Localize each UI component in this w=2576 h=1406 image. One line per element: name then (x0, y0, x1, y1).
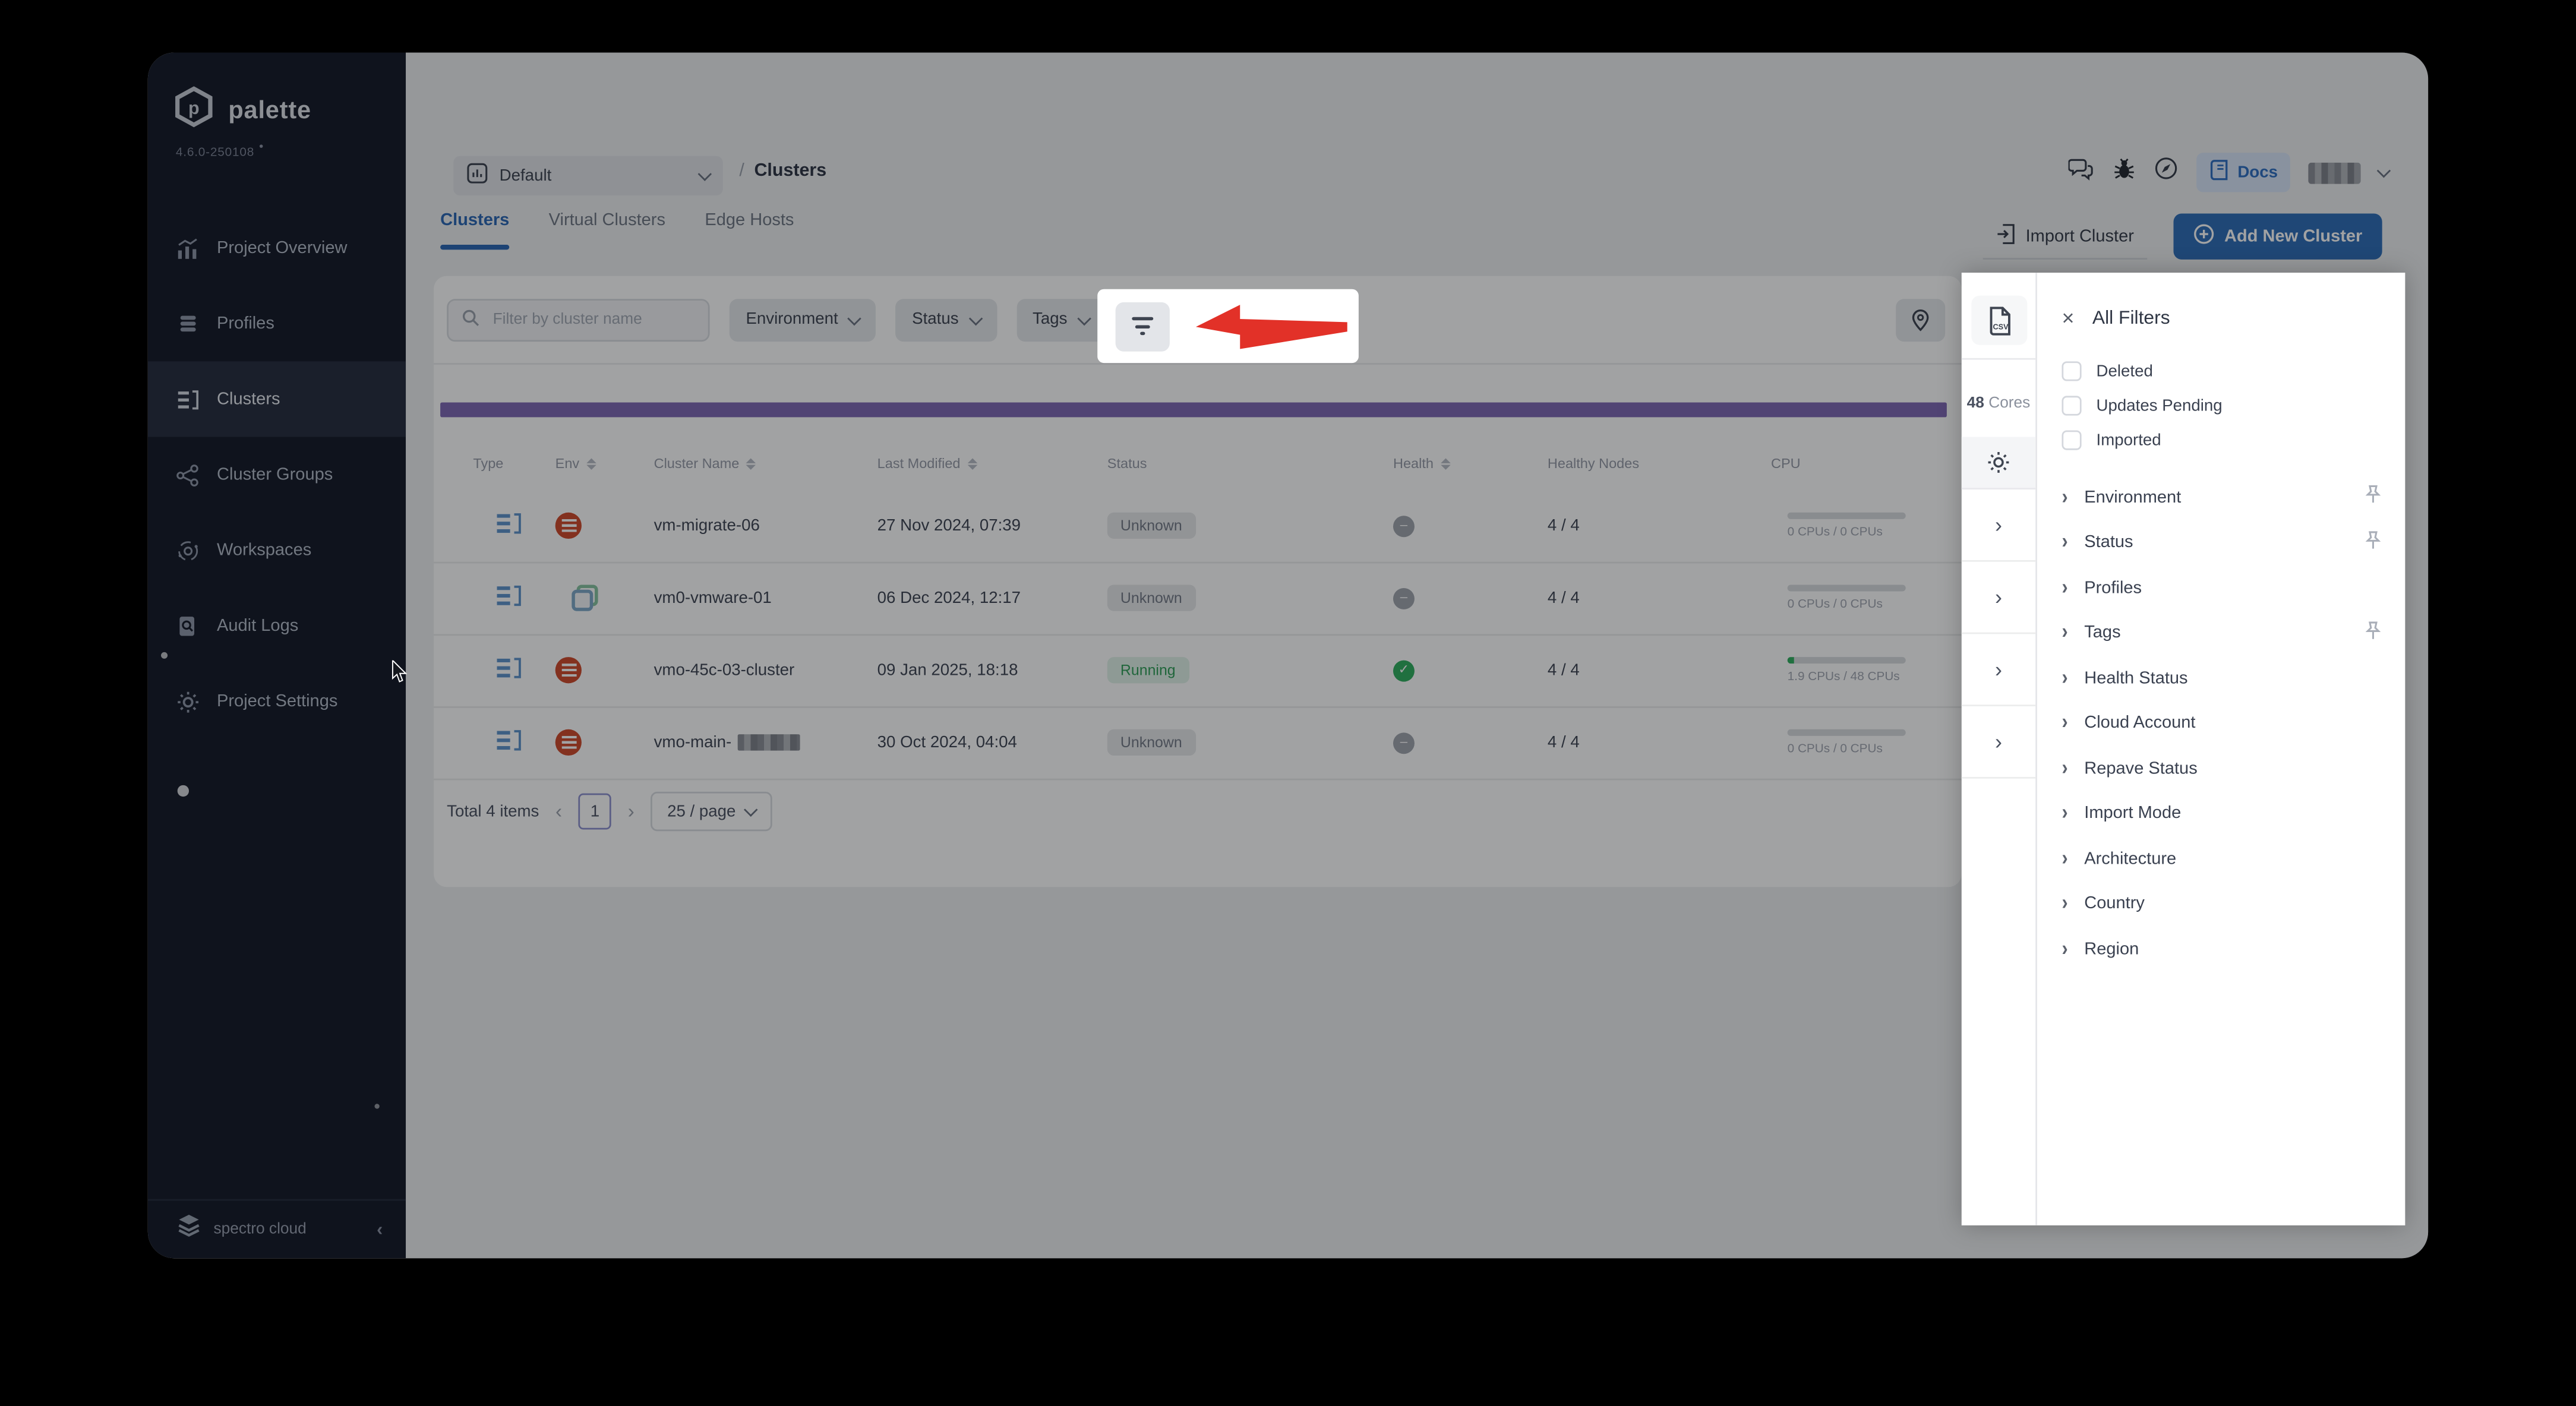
chevron-right-icon: › (2062, 711, 2068, 735)
expand-row-button[interactable]: › (1961, 489, 2036, 562)
checkbox-icon[interactable] (2062, 361, 2082, 381)
filter-section-cloud-account[interactable]: › Cloud Account (2062, 700, 2405, 745)
app-window: p palette 4.6.0-250108 Project Overview … (147, 52, 2429, 1259)
checkbox-icon[interactable] (2062, 396, 2082, 416)
chevron-right-icon: › (2062, 892, 2068, 916)
chevron-right-icon: › (2062, 621, 2068, 645)
csv-file-icon: CSV (1989, 306, 2010, 335)
filter-section-region[interactable]: › Region (2062, 927, 2405, 972)
chevron-right-icon: › (2062, 530, 2068, 555)
mouse-cursor (392, 660, 408, 683)
filter-section-import-mode[interactable]: › Import Mode (2062, 791, 2405, 836)
export-csv-button[interactable]: CSV (1971, 295, 2028, 345)
chevron-right-icon: › (2062, 576, 2068, 600)
checkbox-updates-pending[interactable]: Updates Pending (2062, 394, 2405, 418)
panel-header: × All Filters (2062, 305, 2405, 330)
pin-icon[interactable] (2364, 530, 2382, 554)
red-arrow-annotation (1195, 304, 1347, 349)
filter-section-environment[interactable]: › Environment (2062, 475, 2405, 520)
filter-section-architecture[interactable]: › Architecture (2062, 836, 2405, 881)
pin-icon[interactable] (2364, 620, 2382, 644)
filter-panel-spotlight: CSV 48 Cores › › › › × All Filters Delet… (1961, 273, 2405, 1225)
expand-row-button[interactable]: › (1961, 562, 2036, 634)
screenshot-stage: p palette 4.6.0-250108 Project Overview … (0, 0, 2576, 1406)
filter-section-repave-status[interactable]: › Repave Status (2062, 745, 2405, 791)
all-filters-panel: × All Filters Deleted Updates Pending Im… (2037, 273, 2405, 1225)
checkbox-deleted[interactable]: Deleted (2062, 360, 2405, 383)
column-settings-button[interactable] (1961, 437, 2036, 490)
pin-icon[interactable] (2364, 485, 2382, 509)
chevron-right-icon: › (2062, 937, 2068, 961)
chevron-right-icon: › (2062, 846, 2068, 871)
filter-sections: › Environment › Status › Profiles › Tags › He… (2062, 475, 2405, 972)
chevron-right-icon: › (2062, 666, 2068, 690)
table-edge-strip: CSV 48 Cores › › › › (1961, 273, 2037, 1225)
checkbox-imported[interactable]: Imported (2062, 429, 2405, 452)
expand-row-button[interactable]: › (1961, 706, 2036, 779)
close-icon[interactable]: × (2062, 305, 2074, 330)
filter-section-health-status[interactable]: › Health Status (2062, 655, 2405, 700)
chevron-right-icon: › (2062, 801, 2068, 826)
chevron-right-icon: › (2062, 485, 2068, 510)
filter-spotlight (1097, 289, 1359, 364)
svg-text:CSV: CSV (1992, 321, 2008, 330)
filter-section-profiles[interactable]: › Profiles (2062, 565, 2405, 610)
chevron-right-icon: › (2062, 756, 2068, 781)
filter-section-status[interactable]: › Status (2062, 520, 2405, 565)
checkbox-icon[interactable] (2062, 430, 2082, 450)
advanced-filters-button[interactable] (1115, 301, 1170, 351)
filter-section-tags[interactable]: › Tags (2062, 610, 2405, 655)
panel-title: All Filters (2092, 308, 2170, 328)
filter-lines-icon (1132, 317, 1154, 336)
quick-filter-checkboxes: Deleted Updates Pending Imported (2062, 360, 2405, 452)
gear-icon (1988, 452, 2009, 473)
expand-row-button[interactable]: › (1961, 634, 2036, 707)
filter-section-country[interactable]: › Country (2062, 881, 2405, 927)
total-cores-label: 48 Cores (1966, 394, 2031, 413)
